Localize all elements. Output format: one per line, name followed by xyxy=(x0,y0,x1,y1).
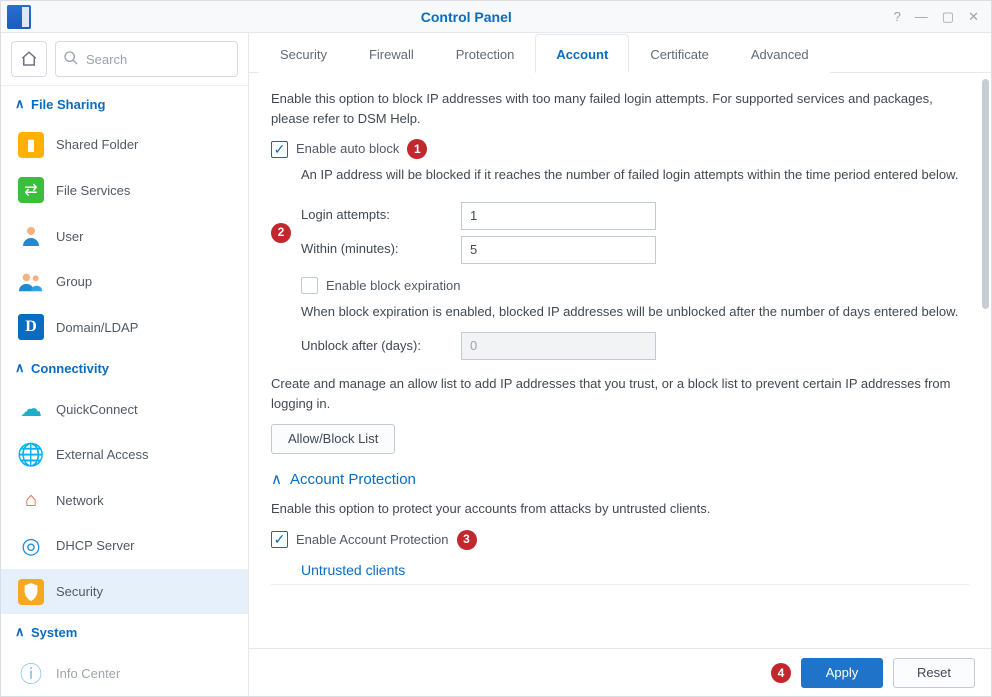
tab-protection[interactable]: Protection xyxy=(435,34,536,73)
group-system[interactable]: ∧System xyxy=(1,614,248,650)
untrusted-clients-heading: Untrusted clients xyxy=(271,560,969,586)
reset-button[interactable]: Reset xyxy=(893,658,975,688)
enable-account-protection-checkbox[interactable]: ✓ xyxy=(271,531,288,548)
home-button[interactable] xyxy=(11,41,47,77)
annotation-badge-4: 4 xyxy=(771,663,791,683)
enable-block-expiration-label: Enable block expiration xyxy=(326,276,460,296)
file-services-icon: ⇄ xyxy=(18,177,44,203)
dhcp-icon: ◎ xyxy=(18,533,44,559)
home-icon xyxy=(20,50,38,68)
tab-bar: Security Firewall Protection Account Cer… xyxy=(249,33,991,73)
annotation-badge-3: 3 xyxy=(457,530,477,550)
apply-button[interactable]: Apply xyxy=(801,658,883,688)
close-icon[interactable]: ✕ xyxy=(968,9,979,25)
chevron-up-icon: ∧ xyxy=(15,360,25,376)
within-minutes-input[interactable] xyxy=(461,236,656,264)
unblock-after-label: Unblock after (days): xyxy=(301,336,461,356)
enable-auto-block-label: Enable auto block xyxy=(296,139,399,159)
chevron-up-icon: ∧ xyxy=(15,96,25,112)
sidebar-item-file-services[interactable]: ⇄File Services xyxy=(1,168,248,214)
account-protection-section[interactable]: ∧ Account Protection xyxy=(271,468,969,491)
domain-icon: D xyxy=(18,314,44,340)
annotation-badge-1: 1 xyxy=(407,139,427,159)
search-icon xyxy=(63,50,79,66)
sidebar-item-domain-ldap[interactable]: DDomain/LDAP xyxy=(1,305,248,351)
acct-prot-desc: Enable this option to protect your accou… xyxy=(271,499,969,519)
chevron-up-icon: ∧ xyxy=(15,624,25,640)
sidebar-item-user[interactable]: User xyxy=(1,213,248,259)
group-connectivity[interactable]: ∧Connectivity xyxy=(1,350,248,386)
sidebar-item-shared-folder[interactable]: ▮Shared Folder xyxy=(1,122,248,168)
tab-firewall[interactable]: Firewall xyxy=(348,34,435,73)
cloud-icon: ☁ xyxy=(18,396,44,422)
sidebar-item-group[interactable]: Group xyxy=(1,259,248,305)
scrollbar-thumb[interactable] xyxy=(982,79,989,309)
within-minutes-label: Within (minutes): xyxy=(301,239,461,259)
annotation-badge-2: 2 xyxy=(271,223,291,243)
allow-block-desc: Create and manage an allow list to add I… xyxy=(271,374,969,414)
sidebar-item-external-access[interactable]: 🌐External Access xyxy=(1,432,248,478)
user-icon xyxy=(18,223,44,249)
minimize-icon[interactable]: — xyxy=(915,9,928,25)
block-exp-desc: When block expiration is enabled, blocke… xyxy=(271,302,969,322)
tab-certificate[interactable]: Certificate xyxy=(629,34,730,73)
group-file-sharing[interactable]: ∧File Sharing xyxy=(1,86,248,122)
search-input[interactable] xyxy=(55,41,238,77)
sidebar-item-quickconnect[interactable]: ☁QuickConnect xyxy=(1,386,248,432)
tab-security[interactable]: Security xyxy=(259,34,348,73)
network-icon: ⌂ xyxy=(18,487,44,513)
sidebar-item-network[interactable]: ⌂Network xyxy=(1,477,248,523)
maximize-icon[interactable]: ▢ xyxy=(942,9,954,25)
help-icon[interactable]: ? xyxy=(894,9,901,25)
enable-auto-block-checkbox[interactable]: ✓ xyxy=(271,141,288,158)
chevron-up-icon: ∧ xyxy=(271,468,282,491)
sidebar-item-info-center[interactable]: ⓘInfo Center xyxy=(1,650,248,696)
shield-icon xyxy=(18,579,44,605)
tab-advanced[interactable]: Advanced xyxy=(730,34,830,73)
info-icon: ⓘ xyxy=(18,660,44,686)
sidebar-item-dhcp-server[interactable]: ◎DHCP Server xyxy=(1,523,248,569)
window-title: Control Panel xyxy=(39,9,894,25)
unblock-after-input xyxy=(461,332,656,360)
login-attempts-input[interactable] xyxy=(461,202,656,230)
tab-account[interactable]: Account xyxy=(535,34,629,73)
globe-icon: 🌐 xyxy=(18,442,44,468)
enable-account-protection-label: Enable Account Protection xyxy=(296,530,449,550)
app-icon xyxy=(7,5,31,29)
content-pane: Enable this option to block IP addresses… xyxy=(249,73,991,648)
allow-block-list-button[interactable]: Allow/Block List xyxy=(271,424,395,454)
sidebar: ∧File Sharing ▮Shared Folder ⇄File Servi… xyxy=(1,33,249,696)
enable-block-expiration-checkbox[interactable]: ✓ xyxy=(301,277,318,294)
login-attempts-label: Login attempts: xyxy=(301,205,461,225)
sidebar-item-security[interactable]: Security xyxy=(1,569,248,615)
folder-icon: ▮ xyxy=(18,132,44,158)
group-icon xyxy=(18,269,44,295)
auto-block-desc: An IP address will be blocked if it reac… xyxy=(271,165,969,185)
intro-text: Enable this option to block IP addresses… xyxy=(271,89,969,129)
